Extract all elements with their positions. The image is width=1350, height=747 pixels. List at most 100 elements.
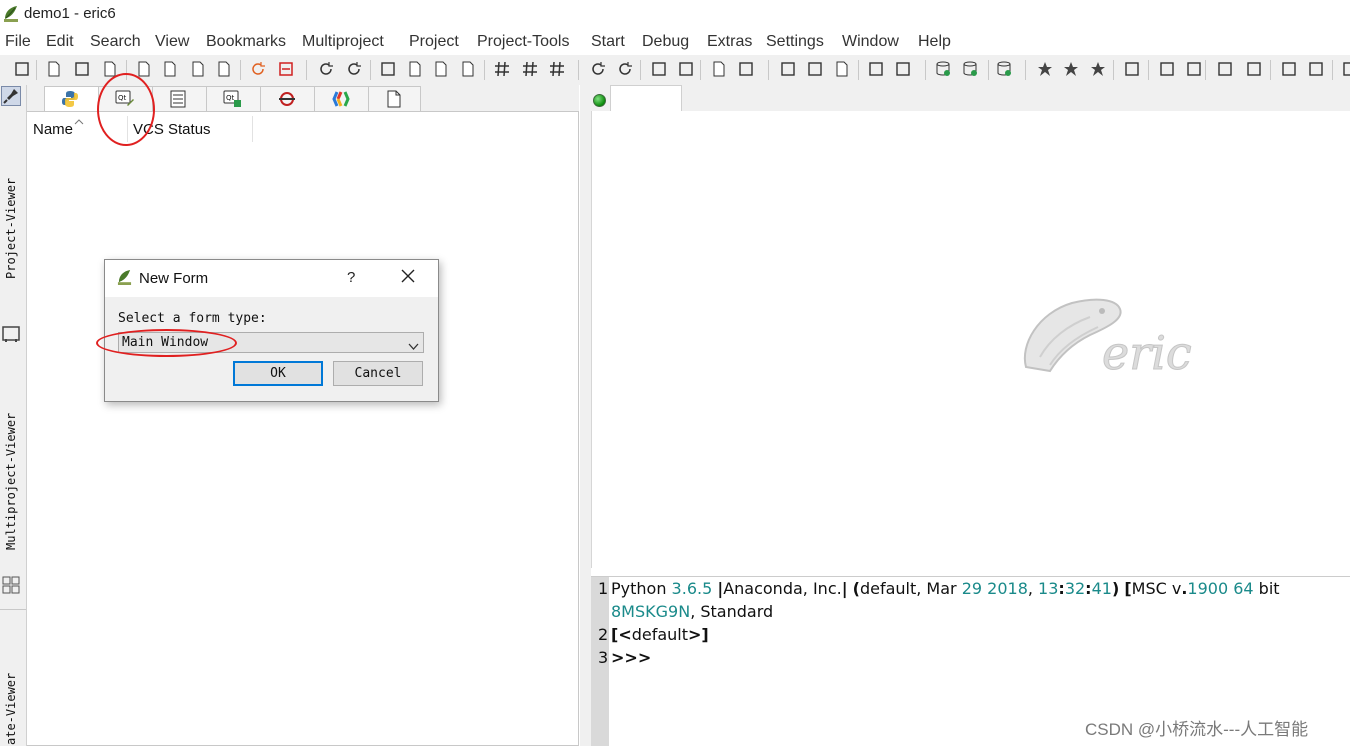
menu-window[interactable]: Window: [842, 33, 899, 51]
tab-translations[interactable]: Qt: [206, 86, 261, 111]
panel-icon[interactable]: [1342, 61, 1350, 77]
menu-edit[interactable]: Edit: [46, 33, 74, 51]
project-file-tree[interactable]: Name VCS Status: [27, 111, 579, 746]
indent-icon[interactable]: [494, 61, 510, 77]
star-icon[interactable]: [1037, 61, 1053, 77]
copy-icon[interactable]: [407, 61, 423, 77]
shell-text: default: [631, 625, 689, 644]
save-icon[interactable]: [136, 61, 152, 77]
db-import-icon[interactable]: [935, 61, 951, 77]
dialog-title-bar: New Form ?: [105, 260, 438, 297]
next-bookmark-icon[interactable]: [807, 61, 823, 77]
menu-file[interactable]: File: [5, 33, 31, 51]
ok-button[interactable]: OK: [233, 361, 323, 386]
main-toolbar: [0, 55, 1350, 85]
search-file-icon[interactable]: [711, 61, 727, 77]
save-all-icon[interactable]: [190, 61, 206, 77]
grid-view-icon[interactable]: [2, 576, 20, 599]
toolbar-separator: [1025, 60, 1026, 80]
unindent-icon[interactable]: [522, 61, 538, 77]
shell-text: bit: [1253, 579, 1280, 598]
toolbar-separator: [240, 60, 241, 80]
menu-search[interactable]: Search: [90, 33, 141, 51]
editor-status-led-icon: [593, 94, 606, 107]
search-replace-icon[interactable]: [738, 61, 754, 77]
toolbar-separator: [858, 60, 859, 80]
redo-icon[interactable]: [346, 61, 362, 77]
save-as-icon[interactable]: [162, 61, 178, 77]
save-copy-icon[interactable]: [216, 61, 232, 77]
shell-line: [<default>]: [611, 625, 709, 644]
new-file-icon[interactable]: [46, 61, 62, 77]
left-sidebar: Project-Viewer Multiproject-Viewer ate-V…: [0, 85, 27, 746]
menu-bookmarks[interactable]: Bookmarks: [206, 33, 286, 51]
sidebar-tab-project-viewer[interactable]: Project-Viewer: [4, 178, 18, 279]
toolbar-separator: [640, 60, 641, 80]
goto-icon[interactable]: [868, 61, 884, 77]
template-viewer-icon[interactable]: [2, 325, 20, 348]
toolbar-separator: [36, 60, 37, 80]
sidebar-tab-multiproject-viewer[interactable]: Multiproject-Viewer: [4, 413, 18, 550]
tab-interfaces[interactable]: [260, 86, 315, 111]
close-icon[interactable]: [399, 267, 417, 285]
help-button[interactable]: ?: [347, 269, 355, 286]
cancel-button[interactable]: Cancel: [333, 361, 423, 386]
tab-resources[interactable]: [152, 86, 207, 111]
menu-debug[interactable]: Debug: [642, 33, 689, 51]
svg-text:Qt: Qt: [226, 94, 235, 102]
menu-project-tools[interactable]: Project-Tools: [477, 33, 569, 51]
tree-icon[interactable]: [1159, 61, 1175, 77]
editor-tab-bar: [591, 85, 1350, 111]
column-header-name[interactable]: Name: [33, 121, 73, 138]
run-script-icon[interactable]: [651, 61, 667, 77]
shell-line-number: 3: [598, 648, 609, 667]
comment-icon[interactable]: [549, 61, 565, 77]
close-all-icon[interactable]: [278, 61, 294, 77]
reload-icon[interactable]: [250, 61, 266, 77]
pin-icon[interactable]: [1, 86, 21, 106]
menu-extras[interactable]: Extras: [707, 33, 752, 51]
shell-line: 8MSKG9N, Standard: [611, 602, 773, 621]
debug-script-icon[interactable]: [678, 61, 694, 77]
zoom-reset-icon[interactable]: [617, 61, 633, 77]
new-window-icon[interactable]: [14, 61, 30, 77]
db-export-icon[interactable]: [962, 61, 978, 77]
clear-icon[interactable]: [460, 61, 476, 77]
menu-view[interactable]: View: [155, 33, 189, 51]
editor-area[interactable]: eric: [591, 111, 1350, 568]
menu-project[interactable]: Project: [409, 33, 459, 51]
menu-help[interactable]: Help: [918, 33, 951, 51]
menu-settings[interactable]: Settings: [766, 33, 824, 51]
star-outline-icon[interactable]: [1063, 61, 1079, 77]
toolbar-separator: [484, 60, 485, 80]
open-folder-icon[interactable]: [74, 61, 90, 77]
view-left-icon[interactable]: [1246, 61, 1262, 77]
db-settings-icon[interactable]: [996, 61, 1012, 77]
tree-left-icon[interactable]: [1186, 61, 1202, 77]
star-prev-icon[interactable]: [1090, 61, 1106, 77]
sidebar-tab-template-viewer[interactable]: ate-Viewer: [4, 673, 18, 745]
clear-bookmarks-icon[interactable]: [834, 61, 850, 77]
tab-others[interactable]: [368, 86, 421, 111]
tab-sources[interactable]: [44, 86, 99, 111]
menu-multiproject[interactable]: Multiproject: [302, 33, 384, 51]
tab-protocols[interactable]: [314, 86, 369, 111]
list-icon[interactable]: [1281, 61, 1297, 77]
undo-icon[interactable]: [318, 61, 334, 77]
paste-icon[interactable]: [433, 61, 449, 77]
gear-icon[interactable]: [1124, 61, 1140, 77]
menu-start[interactable]: Start: [591, 33, 625, 51]
refresh-icon[interactable]: [590, 61, 606, 77]
toolbar-separator: [1148, 60, 1149, 80]
goto-line-icon[interactable]: [895, 61, 911, 77]
add-bookmark-icon[interactable]: [780, 61, 796, 77]
shell-text: Python: [611, 579, 672, 598]
toolbar-separator: [306, 60, 307, 80]
view-icon[interactable]: [1217, 61, 1233, 77]
shell-text: ,: [1027, 579, 1039, 598]
pane-splitter[interactable]: [580, 85, 591, 746]
shell-text: >>>: [611, 648, 652, 667]
list-left-icon[interactable]: [1308, 61, 1324, 77]
cut-icon[interactable]: [380, 61, 396, 77]
editor-tab[interactable]: [610, 85, 682, 111]
